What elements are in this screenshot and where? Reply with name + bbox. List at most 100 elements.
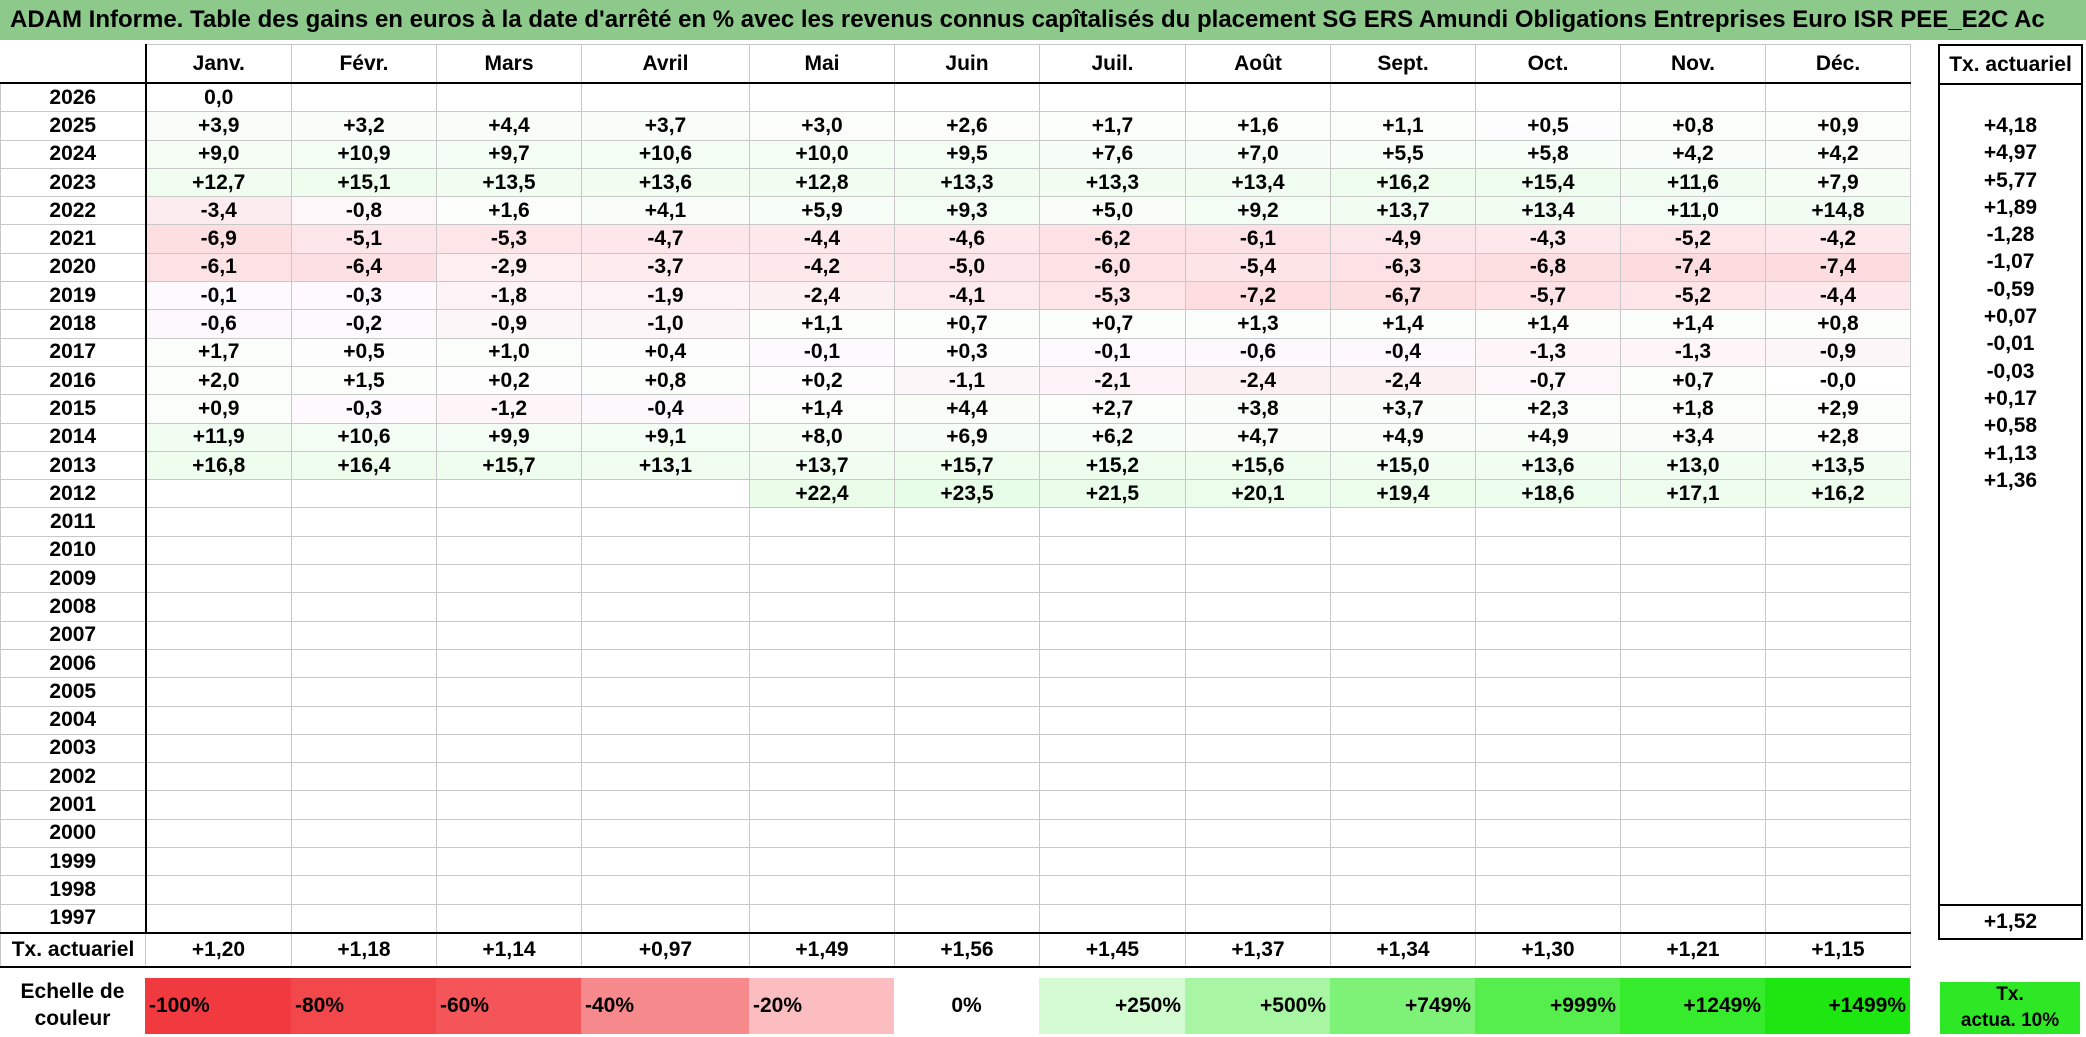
gain-cell	[436, 903, 582, 934]
month-header: Déc.	[1765, 44, 1911, 84]
gain-cell: +11,6	[1620, 167, 1766, 198]
gain-cell: +1,4	[1330, 309, 1476, 339]
gain-cell: -2,4	[749, 281, 895, 311]
gain-cell	[894, 82, 1040, 113]
gain-cell: +7,9	[1765, 167, 1911, 198]
gain-cell	[145, 818, 292, 849]
rate-column: Tx. actuariel +4,18 +4,97 +5,77 +1,89 -1,28 -…	[1938, 44, 2083, 940]
color-scale-swatch: +749%	[1330, 978, 1475, 1034]
gain-cell: -5,3	[436, 224, 582, 254]
gain-cell: +12,7	[145, 167, 292, 198]
table-row: 2004	[0, 705, 1911, 735]
gain-cell	[1330, 762, 1476, 792]
gain-cell	[1330, 790, 1476, 820]
table-row: 2026 0,0	[0, 82, 1911, 113]
gain-cell	[1475, 733, 1621, 764]
gain-cell	[1765, 535, 1911, 566]
month-header: Sept.	[1330, 44, 1476, 84]
gain-cell: +0,2	[749, 365, 895, 396]
gain-cell	[436, 479, 582, 509]
gain-cell: +4,9	[1475, 422, 1621, 452]
gain-cell: +1,3	[1185, 309, 1331, 339]
gain-cell	[1330, 535, 1476, 566]
gain-cell: +0,4	[581, 337, 750, 367]
gain-cell	[1330, 648, 1476, 679]
gain-cell	[894, 790, 1040, 820]
gain-cell	[291, 818, 437, 849]
gain-cell: +21,5	[1039, 479, 1186, 509]
gain-cell	[1765, 847, 1911, 877]
gain-cell: -5,7	[1475, 281, 1621, 311]
gain-cell: -1,8	[436, 281, 582, 311]
gain-cell: -4,3	[1475, 224, 1621, 254]
rate-cell	[1939, 822, 2082, 849]
gain-cell	[291, 677, 437, 707]
gain-cell	[1475, 762, 1621, 792]
gain-cell	[894, 818, 1040, 849]
gain-cell: +4,2	[1765, 139, 1911, 169]
gain-cell	[1185, 733, 1331, 764]
table-row: 2007	[0, 620, 1911, 650]
gain-cell: +11,0	[1620, 196, 1766, 226]
year-cell: 2015	[0, 394, 147, 424]
footer-rate-cell: +1,21	[1620, 931, 1766, 968]
gains-table: Janv. Févr. Mars Avril Mai Juin Juil. Août Sept.…	[0, 44, 1911, 968]
rate-cell	[1939, 740, 2082, 767]
gain-cell: -0,1	[1039, 337, 1186, 367]
rate-cell	[1939, 604, 2082, 631]
gain-cell	[581, 507, 750, 537]
table-row: 2012 +22,4 +23,5 +21,5 +20,1 +19,4 +18,6 +17,1 +…	[0, 479, 1911, 509]
gain-cell	[581, 790, 750, 820]
gain-cell: +9,7	[436, 139, 582, 169]
gain-cell	[581, 875, 750, 905]
gain-cell: +13,5	[436, 167, 582, 198]
gain-cell: +1,1	[1330, 111, 1476, 141]
gain-cell: -0,0	[1765, 365, 1911, 396]
gain-cell: +2,6	[894, 111, 1040, 141]
gain-cell: +4,2	[1620, 139, 1766, 169]
month-header: Mars	[436, 44, 582, 84]
gain-cell: +2,3	[1475, 394, 1621, 424]
footer-rate-cell: +1,34	[1330, 931, 1476, 968]
gain-cell	[145, 847, 292, 877]
footer-rate-cell: +1,14	[436, 931, 582, 968]
gain-cell	[1765, 564, 1911, 594]
gain-cell	[1620, 762, 1766, 792]
gain-cell	[291, 479, 437, 509]
gain-cell: -1,3	[1475, 337, 1621, 367]
rate-cell: +4,18	[1983, 113, 2038, 137]
gain-cell	[581, 903, 750, 934]
gain-cell	[894, 847, 1040, 877]
gain-cell: +13,3	[894, 167, 1040, 198]
gain-cell	[1330, 677, 1476, 707]
gain-cell: -5,2	[1620, 224, 1766, 254]
gain-cell	[894, 762, 1040, 792]
gain-cell: +6,9	[894, 422, 1040, 452]
rate-cell: -0,01	[1986, 332, 2035, 356]
gain-cell: -4,2	[749, 252, 895, 283]
gain-cell: -4,4	[1765, 281, 1911, 311]
gain-cell: +3,4	[1620, 422, 1766, 452]
rate-cell	[1939, 84, 2082, 112]
gain-cell	[1620, 564, 1766, 594]
gain-cell	[1185, 564, 1331, 594]
gain-cell	[291, 790, 437, 820]
gain-cell: -5,4	[1185, 252, 1331, 283]
gain-cell	[1185, 620, 1331, 650]
footer-label: Tx. actuariel	[0, 931, 146, 968]
gain-cell: +1,4	[1475, 309, 1621, 339]
gain-cell	[1039, 677, 1186, 707]
gain-cell	[749, 847, 895, 877]
gain-cell	[291, 620, 437, 650]
table-row: 2020 -6,1 -6,4 -2,9 -3,7 -4,2 -5,0 -6,0 -5,4 -6,3…	[0, 252, 1911, 283]
gain-cell	[1765, 903, 1911, 934]
gain-cell	[1039, 903, 1186, 934]
gain-cell: -0,3	[291, 394, 437, 424]
gain-cell	[1185, 648, 1331, 679]
gain-cell	[1475, 903, 1621, 934]
gain-cell: -5,3	[1039, 281, 1186, 311]
gain-cell: -0,9	[436, 309, 582, 339]
gain-cell: -2,4	[1185, 365, 1331, 396]
gain-cell	[1039, 648, 1186, 679]
gain-cell: -0,4	[1330, 337, 1476, 367]
